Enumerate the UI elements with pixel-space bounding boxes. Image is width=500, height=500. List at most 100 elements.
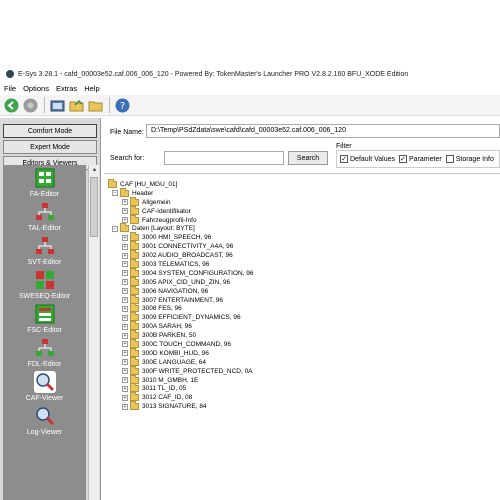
checkbox-box — [445, 155, 454, 163]
collapse-icon[interactable]: − — [112, 225, 118, 232]
tree-node-item[interactable]: +3011 TL_ID, 05 — [108, 383, 498, 393]
svt-editor-tool[interactable]: SVT-Editor — [3, 235, 86, 266]
parameter-checkbox[interactable]: ✓ Parameter — [399, 155, 442, 163]
magnifier-icon — [33, 371, 56, 393]
expand-icon[interactable]: + — [122, 385, 128, 392]
tree-node-label: 3007 ENTERTAINMENT, 96 — [142, 296, 224, 304]
help-icon[interactable]: ? — [115, 98, 130, 113]
menu-extras[interactable]: Extras — [56, 84, 77, 93]
expand-icon[interactable]: + — [122, 341, 128, 348]
tree-node-item[interactable]: +300C TOUCH_COMMAND, 96 — [108, 338, 498, 349]
tree-node-item[interactable]: + Fahrzeugprofil-Info — [108, 214, 498, 225]
tree-node-item[interactable]: +3007 ENTERTAINMENT, 96 — [108, 294, 498, 305]
expand-icon[interactable]: + — [122, 368, 128, 375]
expert-mode-button[interactable]: Expert Mode — [3, 140, 97, 154]
expand-icon[interactable]: + — [122, 403, 128, 410]
tree-node-item[interactable]: +300B PARKEN, 50 — [108, 330, 498, 340]
checkbox-label: Parameter — [409, 155, 442, 163]
caf-viewer-label: CAF-Viewer — [25, 395, 64, 402]
expand-icon[interactable]: + — [122, 332, 128, 339]
tree-node-item[interactable]: +300F WRITE_PROTECTED_NCD, 0A — [108, 365, 498, 376]
comfort-mode-button[interactable]: Comfort Mode — [3, 124, 97, 138]
fdl-editor-tool[interactable]: FDL-Editor — [3, 337, 86, 368]
checkbox-box: ✓ — [340, 155, 348, 163]
tal-editor-tool[interactable]: TAL-Editor — [3, 201, 86, 232]
disabled-icon[interactable] — [23, 98, 38, 113]
expand-icon[interactable]: + — [122, 270, 128, 277]
tree-node-item[interactable]: +300D KOMBI_HUD, 96 — [108, 347, 498, 358]
fa-editor-tool[interactable]: FA-Editor — [3, 167, 86, 198]
open-folder-icon[interactable] — [69, 98, 84, 113]
tree-node-item[interactable]: +3008 FES, 96 — [108, 303, 498, 313]
expand-icon[interactable]: + — [122, 279, 128, 286]
tree-node-label: 3009 EFFICIENT_DYNAMICS, 96 — [142, 314, 241, 322]
tree-node-item[interactable]: +3001 CONNECTIVITY_A4A, 96 — [108, 241, 498, 251]
expand-icon[interactable]: + — [122, 208, 128, 215]
expand-icon[interactable]: + — [122, 234, 128, 241]
tree-node-item[interactable]: +3006 NAVIGATION, 96 — [108, 285, 498, 296]
folder-icon — [108, 178, 117, 188]
tree-node-item[interactable]: +3002 AUDIO_BROADCAST, 96 — [108, 250, 498, 260]
toolbar-separator — [44, 97, 45, 113]
expand-icon[interactable]: + — [122, 350, 128, 357]
search-button[interactable]: Search — [288, 151, 328, 165]
expand-icon[interactable]: + — [122, 359, 128, 366]
tree-node-daten[interactable]: − Daten [Layout: BYTE] — [108, 223, 498, 233]
expand-icon[interactable]: + — [122, 305, 128, 312]
svg-text:?: ? — [120, 101, 125, 112]
tree-node-label: 300B PARKEN, 50 — [142, 332, 197, 340]
sidebar-scrollbar[interactable]: ▲ — [88, 165, 99, 500]
tree-node-item[interactable]: +3004 SYSTEM_CONFIGURATION, 96 — [108, 267, 498, 278]
expand-icon[interactable]: + — [122, 217, 128, 223]
tree-node-item[interactable]: +3012 CAF_ID, 08 — [108, 392, 498, 402]
menu-file[interactable]: File — [4, 84, 16, 93]
sweseq-editor-tool[interactable]: SWESEQ-Editor — [3, 269, 86, 300]
tree-node-item[interactable]: +3003 TELEMATICS, 96 — [108, 258, 498, 269]
tree-node-label: 300D KOMBI_HUD, 96 — [142, 349, 209, 357]
tree-node-item[interactable]: +300E LANGUAGE, 64 — [108, 356, 498, 367]
search-input[interactable] — [164, 151, 284, 165]
tree-node-item[interactable]: +3010 M_GMBH, 1E — [108, 374, 498, 385]
tree-node-item[interactable]: +3009 EFFICIENT_DYNAMICS, 96 — [108, 312, 498, 322]
expand-icon[interactable]: + — [122, 323, 128, 330]
tree-node-item[interactable]: +3005 APIX_CID_UND_ZIN, 96 — [108, 276, 498, 287]
expand-icon[interactable]: + — [122, 297, 128, 304]
app-icon — [6, 70, 14, 78]
expand-icon[interactable]: + — [122, 314, 128, 321]
tree-node-root[interactable]: CAF [HU_MGU_01] — [108, 178, 498, 189]
tree-node-label: 3003 TELEMATICS, 96 — [142, 260, 210, 268]
expand-icon[interactable]: + — [122, 252, 128, 259]
storage-info-checkbox[interactable]: Storage Info — [445, 155, 494, 163]
file-name-field[interactable]: D:\Temp\PSdZdata\swe\cafd\cafd_00003e52.… — [146, 124, 500, 138]
tree-node-header[interactable]: − Header — [108, 187, 498, 198]
back-icon[interactable] — [4, 98, 19, 113]
caf-tree: CAF [HU_MGU_01] − Header + Allgemein + CAF-… — [108, 178, 498, 411]
menu-help[interactable]: Help — [84, 84, 99, 93]
expand-icon[interactable]: + — [122, 243, 128, 250]
expand-icon[interactable]: + — [122, 288, 128, 295]
connect-icon[interactable] — [50, 98, 65, 113]
expand-icon[interactable]: + — [122, 377, 128, 384]
tree-node-label: 3013 SIGNATURE, 84 — [142, 403, 207, 411]
menu-options[interactable]: Options — [23, 84, 49, 93]
tree-node-label: CAF-Identifikator — [142, 207, 191, 215]
caf-viewer-tool[interactable]: CAF-Viewer — [3, 371, 86, 402]
expand-icon[interactable]: + — [122, 199, 128, 206]
tree-node-item[interactable]: +300A SARAH, 96 — [108, 321, 498, 331]
tree-node-label: 300F WRITE_PROTECTED_NCD, 0A — [142, 367, 253, 375]
fsc-editor-tool[interactable]: FSC-Editor — [3, 303, 86, 334]
expand-icon[interactable]: + — [122, 394, 128, 401]
scroll-thumb[interactable] — [90, 177, 98, 237]
log-viewer-tool[interactable]: Log-Viewer — [3, 405, 86, 436]
magnifier-icon — [35, 407, 54, 426]
tree-node-item[interactable]: +3013 SIGNATURE, 84 — [108, 401, 498, 411]
folder-icon[interactable] — [88, 98, 103, 113]
tree-node-item[interactable]: +3000 HMI_SPEECH, 96 — [108, 232, 498, 242]
default-values-checkbox[interactable]: ✓ Default Values — [340, 155, 395, 163]
sweseq-editor-icon — [35, 271, 54, 289]
tree-node-item[interactable]: + CAF-Identifikator — [108, 205, 498, 216]
expand-icon[interactable]: + — [122, 261, 128, 268]
tree-node-item[interactable]: + Allgemein — [108, 196, 498, 207]
collapse-icon[interactable]: − — [112, 190, 118, 197]
scroll-up-icon[interactable]: ▲ — [89, 165, 100, 175]
